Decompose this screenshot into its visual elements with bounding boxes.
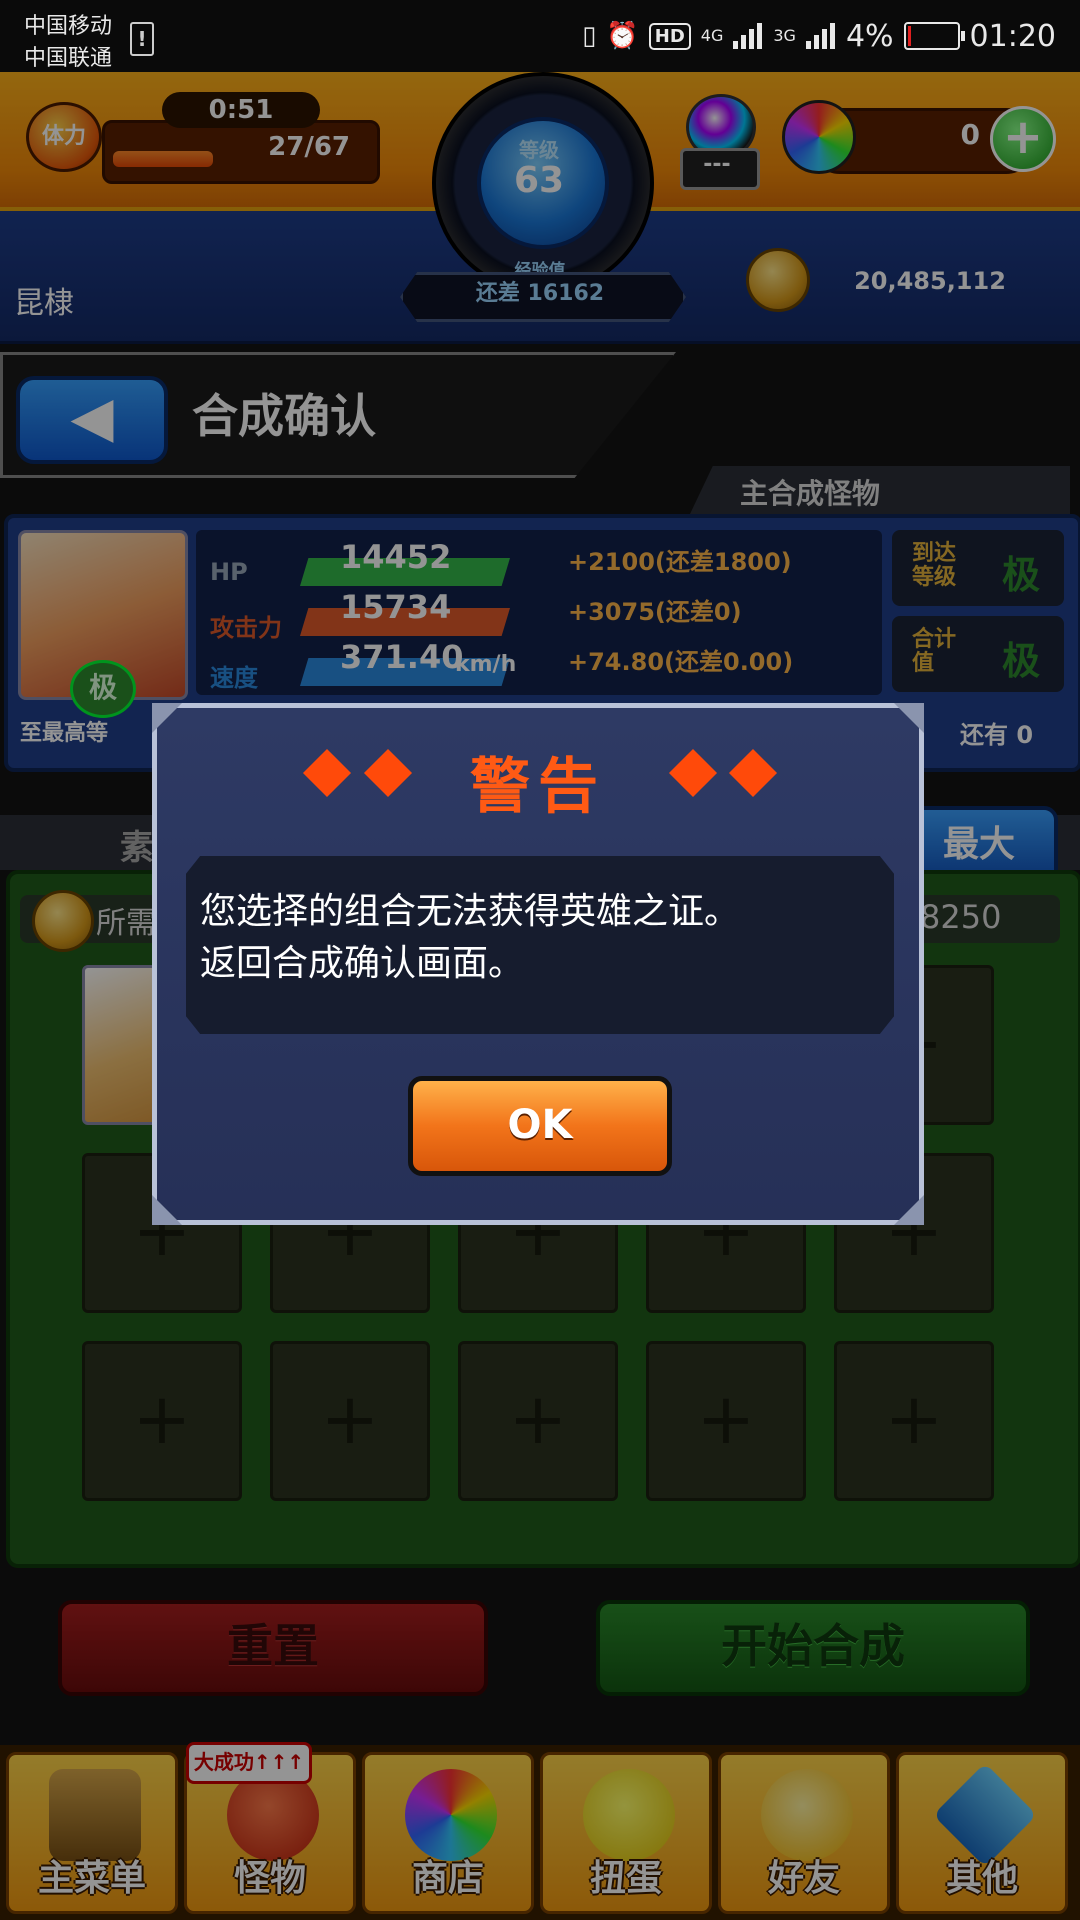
status-icons: ▯ ⏰ HD 4G 3G 4% 01:20 bbox=[582, 14, 1056, 58]
network-type-2: 3G bbox=[773, 26, 796, 45]
battery-icon bbox=[903, 22, 965, 50]
carrier-1: 中国移动 bbox=[24, 14, 113, 39]
dialog-title: 警告 bbox=[470, 752, 606, 822]
signal-icon bbox=[733, 23, 763, 49]
carrier-2: 中国联通 bbox=[24, 46, 113, 71]
dialog-message-line-2: 返回合成确认画面。 bbox=[200, 943, 525, 984]
ok-button[interactable]: OK bbox=[408, 1076, 672, 1176]
hd-icon: HD bbox=[648, 22, 691, 50]
battery-percent: 4% bbox=[845, 18, 894, 54]
sim-warning-icon: ! bbox=[130, 22, 154, 56]
signal-icon bbox=[805, 23, 836, 49]
vibrate-icon: ▯ bbox=[582, 21, 597, 51]
dialog-message-line-1: 您选择的组合无法获得英雄之证。 bbox=[200, 891, 741, 932]
clock: 01:20 bbox=[969, 18, 1056, 54]
status-bar: 中国移动 中国联通 ! ▯ ⏰ HD 4G 3G 4% 01:20 bbox=[0, 0, 1080, 72]
alarm-icon: ⏰ bbox=[606, 21, 639, 51]
network-type-1: 4G bbox=[700, 26, 724, 45]
